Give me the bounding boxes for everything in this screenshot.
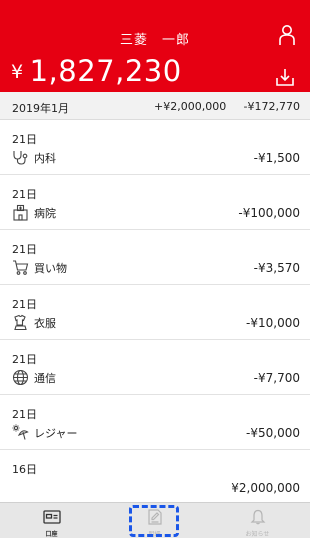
transaction-amount: -¥10,000 (246, 316, 300, 330)
transaction-date: 16日 (12, 463, 37, 476)
month-summary-row[interactable]: 2019年1月 +¥2,000,000 -¥172,770 (0, 92, 310, 120)
shopping-cart-icon (13, 260, 29, 275)
transaction-date: 21日 (12, 298, 37, 311)
category-label: レジャー (34, 426, 78, 440)
clothing-icon (14, 314, 27, 331)
transaction-date: 21日 (12, 408, 37, 421)
transaction-date: 21日 (12, 188, 37, 201)
tab-label: 口座 (45, 531, 58, 538)
account-header: 三菱 一郎 ¥1,827,230 (0, 0, 310, 92)
transaction-category: レジャー (12, 424, 77, 441)
transaction-date: 21日 (12, 353, 37, 366)
transaction-amount: -¥3,570 (253, 261, 300, 275)
download-icon[interactable] (275, 67, 295, 87)
transaction-date: 21日 (12, 133, 37, 146)
currency-symbol: ¥ (11, 61, 24, 83)
transaction-category: 病院 (12, 204, 56, 221)
transaction-item[interactable]: 21日 衣服 -¥10,000 (0, 285, 310, 340)
leisure-icon (12, 424, 29, 440)
transaction-category: 内科 (12, 149, 56, 166)
globe-icon (12, 369, 29, 386)
tab-notifications[interactable]: お知らせ (206, 503, 309, 538)
category-label: 衣服 (34, 316, 56, 330)
category-label: 買い物 (34, 261, 67, 275)
transaction-item[interactable]: 21日 病院 -¥100,000 (0, 175, 310, 230)
category-label: 内科 (34, 151, 56, 165)
focus-highlight (129, 505, 179, 537)
transaction-amount: -¥100,000 (238, 206, 300, 220)
bell-icon (250, 509, 265, 525)
tab-bar: 口座 明細 お知らせ (0, 502, 310, 538)
user-icon[interactable] (278, 24, 296, 46)
user-name: 三菱 一郎 (119, 33, 190, 48)
transaction-amount: -¥7,700 (253, 371, 300, 385)
transaction-category: 買い物 (12, 259, 67, 276)
tab-history[interactable]: 明細 (103, 503, 206, 538)
stethoscope-icon (13, 151, 28, 165)
balance-amount: 1,827,230 (29, 54, 182, 88)
category-label: 病院 (34, 206, 56, 220)
month-income: +¥2,000,000 (154, 100, 227, 113)
transaction-date: 21日 (12, 243, 37, 256)
transaction-amount: -¥1,500 (253, 151, 300, 165)
transaction-category: 衣服 (12, 314, 56, 331)
hospital-icon (13, 204, 28, 221)
transaction-item[interactable]: 21日 買い物 -¥3,570 (0, 230, 310, 285)
category-label: 通信 (34, 371, 56, 385)
transaction-item[interactable]: 21日 レジャー -¥50,000 (0, 395, 310, 450)
month-expense: -¥172,770 (243, 100, 300, 113)
month-label: 2019年1月 (12, 102, 69, 115)
transaction-item[interactable]: 21日 通信 -¥7,700 (0, 340, 310, 395)
transaction-list: 21日 内科 -¥1,500 21日 病院 -¥100,000 21日 買い物 … (0, 120, 310, 505)
transaction-item[interactable]: 21日 内科 -¥1,500 (0, 120, 310, 175)
tab-label: お知らせ (245, 531, 270, 538)
transaction-category: 通信 (12, 369, 56, 386)
transaction-amount: ¥2,000,000 (231, 481, 300, 495)
transaction-amount: -¥50,000 (246, 426, 300, 440)
tab-account[interactable]: 口座 (0, 503, 103, 538)
card-icon (42, 510, 61, 524)
transaction-item[interactable]: 16日 ¥2,000,000 (0, 450, 310, 505)
account-balance: ¥1,827,230 (11, 54, 182, 88)
